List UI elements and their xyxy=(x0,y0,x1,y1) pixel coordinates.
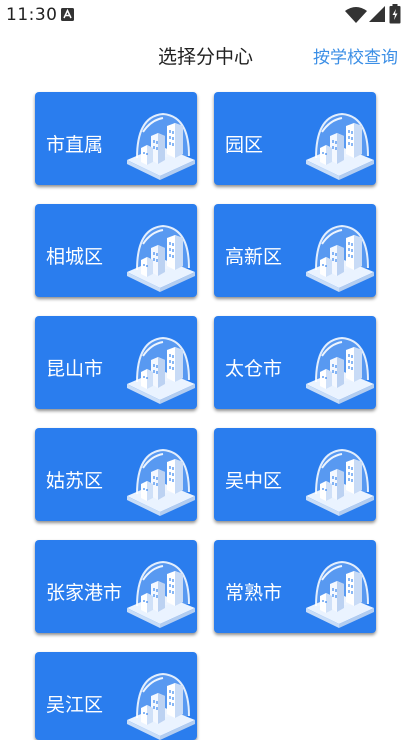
city-dome-icon xyxy=(302,438,376,516)
city-dome-icon xyxy=(123,438,197,516)
city-dome-icon xyxy=(123,550,197,628)
region-card[interactable]: 昆山市 xyxy=(35,316,197,409)
city-dome-icon xyxy=(302,214,376,292)
region-card-label: 市直属 xyxy=(46,134,104,156)
city-dome-icon xyxy=(302,102,376,180)
region-card[interactable]: 吴中区 xyxy=(214,428,376,521)
battery-icon xyxy=(389,4,401,24)
region-card[interactable]: 吴江区 xyxy=(35,652,197,740)
region-card-label: 高新区 xyxy=(225,246,283,268)
status-icons xyxy=(345,4,405,24)
city-dome-icon xyxy=(123,662,197,740)
search-by-school-button[interactable]: 按学校查询 xyxy=(313,43,398,68)
region-card-label: 园区 xyxy=(225,134,264,156)
region-card-label: 相城区 xyxy=(46,246,104,268)
region-card[interactable]: 相城区 xyxy=(35,204,197,297)
region-card-label: 姑苏区 xyxy=(46,470,104,492)
city-dome-icon xyxy=(123,214,197,292)
region-card[interactable]: 张家港市 xyxy=(35,540,197,633)
header: 选择分中心 按学校查询 xyxy=(0,30,411,76)
region-card-label: 吴中区 xyxy=(225,470,283,492)
a-notification-icon xyxy=(61,8,74,21)
region-card[interactable]: 市直属 xyxy=(35,92,197,185)
status-time: 11:30 xyxy=(6,5,58,25)
region-card[interactable]: 太仓市 xyxy=(214,316,376,409)
region-card-label: 张家港市 xyxy=(46,582,123,604)
region-card-label: 昆山市 xyxy=(46,358,104,380)
city-dome-icon xyxy=(123,102,197,180)
city-dome-icon xyxy=(123,326,197,404)
wifi-icon xyxy=(345,7,367,23)
city-dome-icon xyxy=(302,550,376,628)
city-dome-icon xyxy=(302,326,376,404)
region-card-label: 太仓市 xyxy=(225,358,283,380)
region-card[interactable]: 姑苏区 xyxy=(35,428,197,521)
signal-icon xyxy=(369,6,385,22)
region-card-label: 常熟市 xyxy=(225,582,283,604)
region-card[interactable]: 常熟市 xyxy=(214,540,376,633)
region-card[interactable]: 园区 xyxy=(214,92,376,185)
status-bar: 11:30 xyxy=(0,0,411,30)
region-card[interactable]: 高新区 xyxy=(214,204,376,297)
region-card-label: 吴江区 xyxy=(46,694,104,716)
